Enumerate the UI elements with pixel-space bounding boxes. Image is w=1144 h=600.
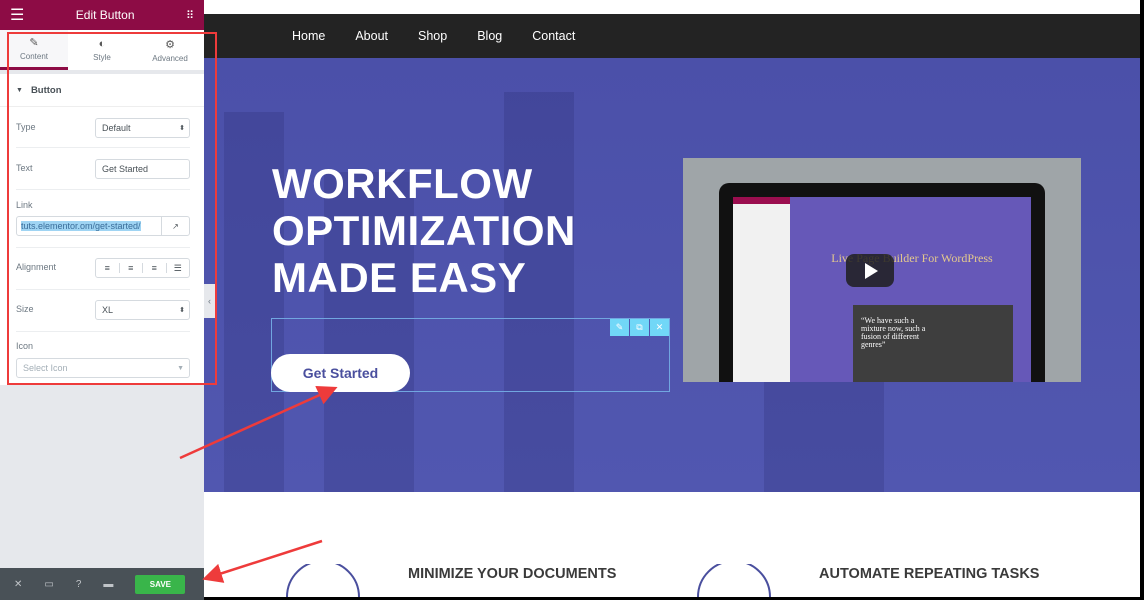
link-value: tuts.elementor.om/get-started/ bbox=[21, 221, 141, 231]
size-select[interactable]: XL ⬍ bbox=[95, 300, 190, 320]
gear-icon: ⚙ bbox=[165, 38, 175, 51]
type-select[interactable]: Default ⬍ bbox=[95, 118, 190, 138]
icon-placeholder: Select Icon bbox=[23, 363, 68, 373]
text-label: Text bbox=[16, 163, 33, 173]
collapse-panel-toggle[interactable]: ‹ bbox=[204, 284, 215, 318]
tab-label: Advanced bbox=[152, 53, 188, 63]
text-value: Get Started bbox=[102, 164, 149, 174]
edit-widget-icon[interactable]: ✎ bbox=[610, 319, 629, 336]
help-icon[interactable]: ? bbox=[76, 579, 82, 590]
icon-label: Icon bbox=[16, 341, 34, 351]
nav-about[interactable]: About bbox=[355, 29, 388, 43]
play-icon[interactable] bbox=[846, 254, 894, 287]
text-input[interactable]: Get Started bbox=[95, 159, 190, 179]
link-label: Link bbox=[16, 200, 33, 210]
nav-blog[interactable]: Blog bbox=[477, 29, 502, 43]
select-arrows-icon: ⬍ bbox=[179, 125, 185, 132]
section-title: Button bbox=[30, 84, 62, 96]
pencil-icon: ✎ bbox=[29, 37, 39, 49]
headline-line: MADE EASY bbox=[272, 254, 527, 301]
panel-footer: ✕ ▭ ? ▬ SAVE bbox=[0, 568, 204, 600]
site-nav: Home About Shop Blog Contact bbox=[204, 14, 1140, 58]
tab-advanced[interactable]: ⚙ Advanced bbox=[136, 30, 204, 70]
icon-select[interactable]: Select Icon ▼ bbox=[16, 358, 190, 378]
select-arrows-icon: ⬍ bbox=[179, 307, 185, 314]
panel-header: ☰ Edit Button ⠿ bbox=[0, 0, 204, 30]
panel-title: Edit Button bbox=[75, 8, 135, 22]
responsive-mode-icon[interactable]: ▭ bbox=[44, 579, 53, 590]
folder-icon[interactable]: ▬ bbox=[103, 579, 113, 590]
nav-contact[interactable]: Contact bbox=[532, 29, 575, 43]
video-quote: “We have such a mixture now, such a fusi… bbox=[861, 316, 926, 349]
caret-down-icon: ▼ bbox=[16, 86, 23, 94]
close-icon[interactable]: ✕ bbox=[14, 579, 22, 590]
menu-icon[interactable]: ☰ bbox=[10, 5, 24, 25]
widgets-grid-icon[interactable]: ⠿ bbox=[186, 9, 194, 22]
video-thumbnail[interactable]: Live Page Builder For WordPress “We have… bbox=[683, 158, 1081, 382]
page-preview: Home About Shop Blog Contact WORKFLOW OP… bbox=[204, 0, 1140, 597]
feature-title: AUTOMATE REPEATING TASKS bbox=[819, 566, 1040, 582]
nav-home[interactable]: Home bbox=[292, 29, 325, 43]
external-link-icon[interactable]: ↗ bbox=[161, 217, 189, 235]
tab-content[interactable]: ✎ Content bbox=[0, 30, 68, 70]
feature-title: MINIMIZE YOUR DOCUMENTS bbox=[408, 566, 617, 582]
feature-icon-circle bbox=[697, 564, 771, 597]
save-button[interactable]: SAVE bbox=[135, 574, 186, 594]
headline-line: WORKFLOW bbox=[272, 160, 533, 207]
type-label: Type bbox=[16, 122, 36, 132]
size-label: Size bbox=[16, 304, 34, 314]
top-strip bbox=[204, 0, 1140, 14]
half-circle-icon: ◐ bbox=[98, 38, 106, 50]
caret-down-icon: ▼ bbox=[177, 364, 184, 372]
headline-line: OPTIMIZATION bbox=[272, 207, 576, 254]
video-title: Live Page Builder For WordPress bbox=[831, 251, 993, 265]
alignment-group: ≡ ≡ ≡ ☰ bbox=[95, 258, 190, 278]
align-right-icon[interactable]: ≡ bbox=[143, 263, 167, 273]
tab-label: Style bbox=[93, 53, 111, 62]
duplicate-widget-icon[interactable]: ⧉ bbox=[630, 319, 649, 336]
section-button-toggle[interactable]: ▼ Button bbox=[0, 74, 204, 107]
size-value: XL bbox=[102, 305, 114, 315]
tab-label: Content bbox=[19, 52, 49, 61]
editor-panel: ☰ Edit Button ⠿ ✎ Content ◐ Style ⚙ Advance… bbox=[0, 0, 204, 600]
hero-headline: WORKFLOW OPTIMIZATION MADE EASY bbox=[272, 160, 576, 301]
type-value: Default bbox=[102, 123, 131, 133]
tab-style[interactable]: ◐ Style bbox=[68, 30, 136, 70]
delete-widget-icon[interactable]: ✕ bbox=[650, 319, 669, 336]
feature-icon-circle bbox=[286, 564, 360, 597]
panel-controls: ▼ Button Type Default ⬍ Text Get Started L… bbox=[0, 74, 204, 385]
align-justify-icon[interactable]: ☰ bbox=[167, 263, 190, 274]
align-left-icon[interactable]: ≡ bbox=[96, 263, 120, 273]
panel-tabs: ✎ Content ◐ Style ⚙ Advanced bbox=[0, 30, 204, 70]
get-started-button[interactable]: Get Started bbox=[271, 354, 410, 392]
hero-section: WORKFLOW OPTIMIZATION MADE EASY ✎ ⧉ ✕ Ge… bbox=[204, 58, 1140, 492]
link-input[interactable]: tuts.elementor.om/get-started/ ↗ bbox=[16, 216, 190, 236]
alignment-label: Alignment bbox=[16, 262, 57, 272]
nav-shop[interactable]: Shop bbox=[418, 29, 447, 43]
align-center-icon[interactable]: ≡ bbox=[120, 263, 143, 273]
widget-toolbar: ✎ ⧉ ✕ bbox=[610, 319, 669, 336]
